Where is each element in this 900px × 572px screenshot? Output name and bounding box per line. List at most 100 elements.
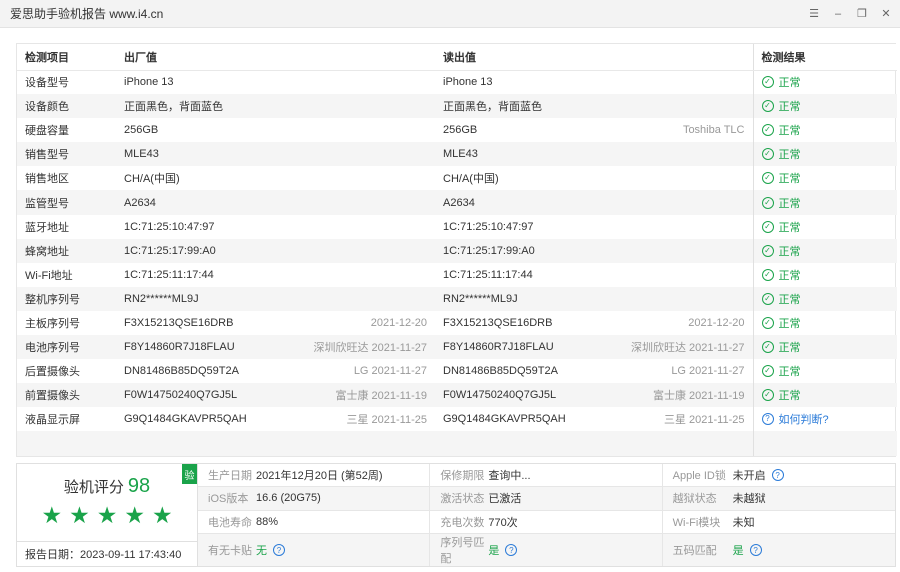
row-read-cell: MLE43 [435, 142, 753, 167]
row-result-cell: ✓ 正常 [752, 214, 897, 239]
row-factory-cell: 256GB [116, 118, 435, 142]
info-value: 16.6 (20G75) [256, 492, 321, 505]
read-value: 256GB [443, 124, 478, 137]
read-value: F3X15213QSE16DRB [443, 316, 553, 329]
score-label: 验机评分 [63, 479, 124, 496]
row-factory-cell: 正面黑色，背面蓝色 [116, 94, 435, 119]
factory-value: 1C:71:25:17:99:A0 [124, 244, 216, 257]
info-value: 已激活 [488, 493, 522, 506]
check-circle-icon: ✓ [761, 292, 774, 305]
check-circle-icon: ✓ [761, 268, 774, 281]
row-factory-cell: F0W14750240Q7GJ5L 富士康 2021-11-19 [116, 383, 435, 408]
check-circle-icon: ✓ [761, 365, 774, 378]
row-item: 监管型号 [17, 190, 116, 215]
row-factory-cell: 1C:71:25:11:17:44 [116, 263, 435, 287]
question-icon[interactable]: ? [505, 544, 518, 556]
factory-value: CH/A(中国) [124, 173, 180, 186]
info-key: 五码匹配 [672, 545, 717, 557]
result-text: 正常 [778, 101, 801, 114]
row-factory-cell: G9Q1484GKAVPR5QAH 三星 2021-11-25 [116, 407, 435, 431]
info-value: 未开启 [732, 470, 766, 483]
info-key: 序列号匹配 [440, 537, 485, 565]
table-row: 整机序列号 RN2******ML9J RN2******ML9J ✓ 正常 [17, 286, 897, 311]
info-value: 88% [256, 515, 279, 528]
row-item: 电池序列号 [17, 335, 116, 360]
row-result-cell: ✓ 正常 [752, 383, 897, 408]
info-cell: Apple ID锁 未开启? [662, 464, 895, 488]
check-circle-icon: ✓ [761, 389, 774, 402]
info-grid: 生产日期 2021年12月20日 (第52周) 保修期限 查询中... Apple ID… [198, 464, 895, 566]
table-row-empty [17, 431, 897, 456]
table-row: 蜂窝地址 1C:71:25:17:99:A0 1C:71:25:17:99:A0 ✓ 正… [17, 238, 897, 263]
read-note: 富士康 2021-11-19 [652, 390, 745, 403]
row-read-cell: 正面黑色，背面蓝色 [435, 94, 753, 119]
summary-panel: 验 验机评分 98 ★ ★ ★ ★ ★ 报告日期：2023-09-11 17:43:40 … [16, 463, 896, 567]
info-value: 是 [488, 545, 500, 557]
table-row: 电池序列号 F8Y14860R7J18FLAU 深圳欣旺达 2021-11-27 F8… [17, 335, 897, 360]
factory-note: LG 2021-11-27 [353, 365, 427, 378]
question-icon[interactable]: ? [771, 469, 784, 482]
question-icon[interactable]: ? [761, 413, 774, 426]
read-value: MLE43 [443, 148, 478, 161]
header-read: 读出值 [435, 44, 753, 71]
star-icon: ★ [124, 502, 145, 528]
table-row: 蓝牙地址 1C:71:25:10:47:97 1C:71:25:10:47:97 ✓ 正… [17, 214, 897, 239]
row-item: 设备型号 [25, 77, 69, 90]
row-result-cell[interactable]: ? 如何判断? [752, 407, 897, 432]
check-circle-icon: ✓ [761, 100, 774, 113]
result-text: 正常 [778, 390, 801, 403]
row-result-cell: ✓ 正常 [752, 142, 897, 167]
factory-value: MLE43 [124, 148, 159, 161]
row-factory-cell: F3X15213QSE16DRB 2021-12-20 [116, 311, 435, 335]
row-item: Wi-Fi地址 [25, 269, 73, 282]
table-header: 检测项目 出厂值 读出值 检测结果 [17, 44, 897, 71]
row-result-cell: ✓ 正常 [752, 262, 897, 287]
row-result-cell: ✓ 正常 [752, 335, 897, 360]
table-row: 销售地区 CH/A(中国) CH/A(中国) ✓ 正常 [17, 166, 897, 191]
header-factory: 出厂值 [116, 44, 435, 71]
row-read-cell: 1C:71:25:17:99:A0 [435, 238, 753, 263]
read-value: 1C:71:25:10:47:97 [443, 220, 534, 233]
restore-icon[interactable]: ❐ [856, 7, 868, 20]
row-read-cell: A2634 [435, 190, 753, 215]
window-controls: ☰ – ❐ ✕ [808, 7, 892, 21]
info-cell: 五码匹配 是? [662, 534, 895, 566]
minimize-icon[interactable]: – [832, 8, 844, 20]
row-result-cell: ✓ 正常 [752, 190, 897, 215]
info-cell: 保修期限 查询中... [430, 464, 663, 488]
question-icon[interactable]: ? [273, 544, 285, 556]
row-read-cell: RN2******ML9J [435, 286, 753, 311]
question-icon[interactable]: ? [749, 544, 762, 556]
table-row: 设备型号 iPhone 13 iPhone 13 ✓ 正常 [17, 70, 897, 95]
table-row: 液晶显示屏 G9Q1484GKAVPR5QAH 三星 2021-11-25 G9Q14… [17, 407, 897, 432]
read-value: 1C:71:25:17:99:A0 [443, 244, 535, 257]
read-value: F8Y14860R7J18FLAU [443, 341, 554, 354]
row-read-cell: G9Q1484GKAVPR5QAH 三星 2021-11-25 [435, 407, 753, 431]
info-cell: iOS版本 16.6 (20G75) [198, 487, 431, 511]
factory-value: G9Q1484GKAVPR5QAH [124, 413, 247, 426]
result-help-link[interactable]: 如何判断? [779, 411, 829, 427]
table-row: 设备颜色 正面黑色，背面蓝色 正面黑色，背面蓝色 ✓ 正常 [17, 94, 897, 119]
read-note: Toshiba TLC [682, 124, 745, 137]
row-item: 后置摄像头 [25, 366, 80, 379]
info-key: 充电次数 [440, 516, 485, 529]
info-key: 生产日期 [208, 470, 252, 483]
table-row: 销售型号 MLE43 MLE43 ✓ 正常 [17, 142, 897, 167]
check-circle-icon: ✓ [761, 76, 774, 89]
read-value: G9Q1484GKAVPR5QAH [443, 413, 566, 426]
info-value: 是 [732, 545, 744, 557]
info-cell: 有无卡贴无? [198, 534, 431, 566]
info-cell: 生产日期 2021年12月20日 (第52周) [198, 464, 431, 488]
row-read-cell: CH/A(中国) [435, 166, 753, 190]
read-value: F0W14750240Q7GJ5L [443, 389, 557, 402]
menu-icon[interactable]: ☰ [808, 7, 820, 20]
factory-value: RN2******ML9J [124, 292, 199, 305]
row-result-cell: ✓ 正常 [752, 310, 897, 336]
info-key: iOS版本 [208, 493, 249, 506]
close-icon[interactable]: ✕ [880, 7, 892, 20]
result-text: 正常 [778, 342, 801, 355]
result-text: 正常 [778, 125, 801, 138]
result-text: 正常 [778, 221, 801, 234]
factory-value: 1C:71:25:11:17:44 [124, 268, 214, 281]
factory-value: F8Y14860R7J18FLAU [124, 341, 235, 354]
